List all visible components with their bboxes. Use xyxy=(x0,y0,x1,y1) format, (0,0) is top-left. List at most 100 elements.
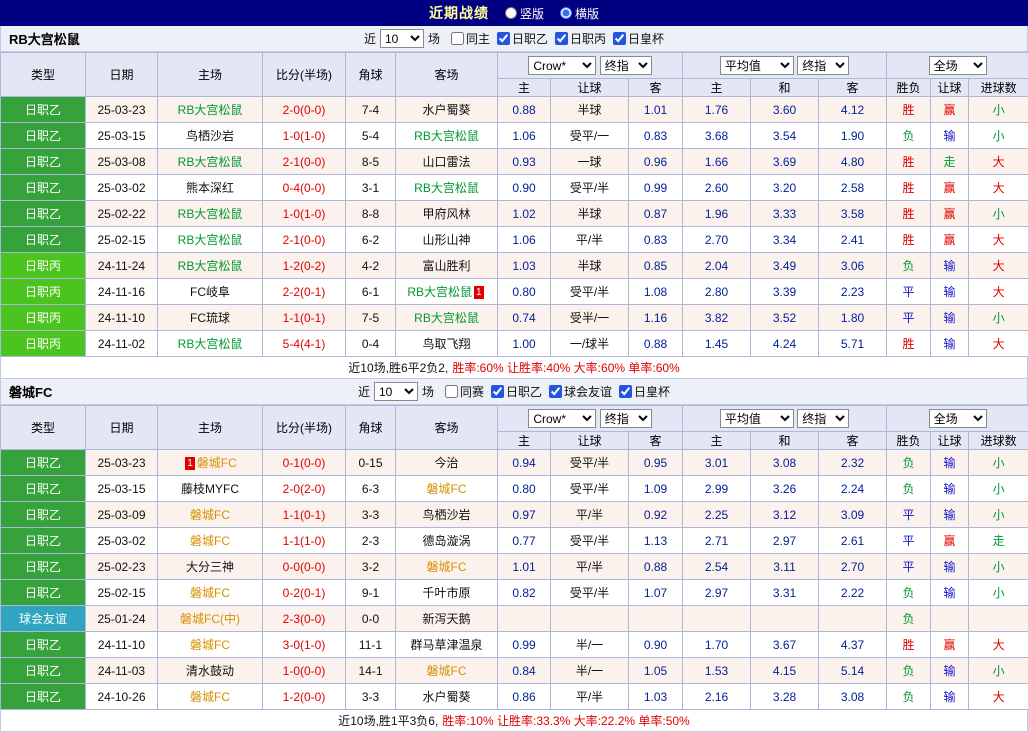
match-date: 25-03-23 xyxy=(86,450,158,476)
result-handicap: 输 xyxy=(931,658,969,684)
filter-option-日皇杯[interactable]: 日皇杯 xyxy=(612,383,670,400)
games-count-select[interactable]: 10 xyxy=(374,382,418,401)
result-goals xyxy=(969,606,1028,632)
handicap-odds-home: 0.82 xyxy=(498,580,551,606)
away-team: 水户蜀葵 xyxy=(396,97,498,123)
handicap-line: 平/半 xyxy=(551,684,629,710)
home-team: RB大宫松鼠 xyxy=(158,201,263,227)
filter-checkbox[interactable] xyxy=(619,385,632,398)
final-index-select[interactable]: 终指 xyxy=(600,409,652,428)
score: 1-1(1-0) xyxy=(263,528,346,554)
avg-odds-away: 2.23 xyxy=(819,279,887,305)
subcol-result: 胜负 xyxy=(887,432,931,450)
league-type: 日职乙 xyxy=(1,149,86,175)
league-type: 日职乙 xyxy=(1,580,86,606)
subcol-handicap-line: 让球 xyxy=(551,79,629,97)
filter-checkbox[interactable] xyxy=(451,32,464,45)
team-name: 磐城FC xyxy=(9,382,52,401)
result-outcome: 负 xyxy=(887,123,931,149)
layout-option-horizontal[interactable]: 横版 xyxy=(560,5,599,22)
match-row: 日职乙25-02-23大分三神0-0(0-0)3-2磐城FC1.01平/半0.8… xyxy=(1,554,1028,580)
away-team: 水户蜀葵 xyxy=(396,684,498,710)
col-score: 比分(半场) xyxy=(263,53,346,97)
odds-company-select[interactable]: Crow* xyxy=(528,409,596,428)
handicap-odds-home: 0.94 xyxy=(498,450,551,476)
match-row: 日职乙25-03-09磐城FC1-1(0-1)3-3鸟栖沙岩0.97平/半0.9… xyxy=(1,502,1028,528)
filter-checkbox[interactable] xyxy=(613,32,626,45)
handicap-line: 受平/半 xyxy=(551,450,629,476)
result-goals: 小 xyxy=(969,305,1028,331)
avg-odds-header: 平均值 终指 xyxy=(683,406,887,432)
vertical-layout-radio[interactable] xyxy=(505,7,517,19)
league-type: 日职乙 xyxy=(1,450,86,476)
avg-odds-draw: 3.69 xyxy=(751,149,819,175)
avg-odds-away: 3.58 xyxy=(819,201,887,227)
filter-option-日职乙[interactable]: 日职乙 xyxy=(484,383,542,400)
score: 3-0(1-0) xyxy=(263,632,346,658)
team-label: RB大宫松鼠 xyxy=(178,259,243,273)
avg-odds-away: 3.08 xyxy=(819,684,887,710)
result-handicap: 输 xyxy=(931,476,969,502)
filter-checkbox[interactable] xyxy=(497,32,510,45)
filter-checkbox[interactable] xyxy=(445,385,458,398)
score: 1-1(0-1) xyxy=(263,502,346,528)
result-goals: 大 xyxy=(969,175,1028,201)
avg-odds-home: 2.16 xyxy=(683,684,751,710)
summary-prefix: 近10场,胜6平2负2, xyxy=(348,359,448,376)
avg-odds-away: 5.71 xyxy=(819,331,887,357)
subcol-handicap-result: 让球 xyxy=(931,432,969,450)
filter-checkbox[interactable] xyxy=(491,385,504,398)
away-team: 山口雷法 xyxy=(396,149,498,175)
handicap-line: 平/半 xyxy=(551,227,629,253)
filter-option-同主[interactable]: 同主 xyxy=(444,30,490,47)
team-label: FC岐阜 xyxy=(190,285,230,299)
avg-odds-home: 1.66 xyxy=(683,149,751,175)
handicap-odds-home: 0.86 xyxy=(498,684,551,710)
match-rows: 日职乙25-03-23RB大宫松鼠2-0(0-0)7-4水户蜀葵0.88半球1.… xyxy=(1,97,1028,357)
full-match-select[interactable]: 全场 xyxy=(929,409,987,428)
filter-option-日皇杯[interactable]: 日皇杯 xyxy=(606,30,664,47)
match-date: 25-03-23 xyxy=(86,97,158,123)
result-handicap: 输 xyxy=(931,502,969,528)
match-date: 25-02-23 xyxy=(86,554,158,580)
avg-odds-away: 4.37 xyxy=(819,632,887,658)
avg-odds-home: 3.82 xyxy=(683,305,751,331)
layout-option-vertical[interactable]: 竖版 xyxy=(505,5,544,22)
filter-checkbox[interactable] xyxy=(549,385,562,398)
filter-option-日职乙[interactable]: 日职乙 xyxy=(490,30,548,47)
final-index-select-2[interactable]: 终指 xyxy=(797,409,849,428)
corners: 6-2 xyxy=(346,227,396,253)
home-team: RB大宫松鼠 xyxy=(158,331,263,357)
filter-option-同赛[interactable]: 同赛 xyxy=(438,383,484,400)
subcol-avg-away: 客 xyxy=(819,432,887,450)
away-team: 德岛漩涡 xyxy=(396,528,498,554)
average-odds-select[interactable]: 平均值 xyxy=(720,56,794,75)
filter-option-日职丙[interactable]: 日职丙 xyxy=(548,30,606,47)
red-card-badge: 1 xyxy=(185,457,195,470)
match-date: 24-11-16 xyxy=(86,279,158,305)
handicap-odds-away: 0.88 xyxy=(629,331,683,357)
filter-checkbox[interactable] xyxy=(555,32,568,45)
horizontal-layout-radio[interactable] xyxy=(560,7,572,19)
result-handicap: 输 xyxy=(931,253,969,279)
away-team: 鸟栖沙岩 xyxy=(396,502,498,528)
result-goals: 大 xyxy=(969,331,1028,357)
result-handicap: 输 xyxy=(931,450,969,476)
league-type: 日职乙 xyxy=(1,632,86,658)
avg-odds-draw: 3.12 xyxy=(751,502,819,528)
match-row: 球会友谊25-01-24磐城FC(中)2-3(0-0)0-0新泻天鹅负 xyxy=(1,606,1028,632)
league-type: 日职乙 xyxy=(1,684,86,710)
final-index-select-2[interactable]: 终指 xyxy=(797,56,849,75)
filter-label: 球会友谊 xyxy=(564,383,612,400)
filter-option-球会友谊[interactable]: 球会友谊 xyxy=(542,383,612,400)
team-label: 熊本深红 xyxy=(186,181,234,195)
handicap-line: 受平/一 xyxy=(551,123,629,149)
corners: 8-8 xyxy=(346,201,396,227)
odds-company-select[interactable]: Crow* xyxy=(528,56,596,75)
home-team: RB大宫松鼠 xyxy=(158,97,263,123)
games-count-select[interactable]: 10 xyxy=(380,29,424,48)
average-odds-select[interactable]: 平均值 xyxy=(720,409,794,428)
final-index-select[interactable]: 终指 xyxy=(600,56,652,75)
handicap-line: 半球 xyxy=(551,201,629,227)
full-match-select[interactable]: 全场 xyxy=(929,56,987,75)
